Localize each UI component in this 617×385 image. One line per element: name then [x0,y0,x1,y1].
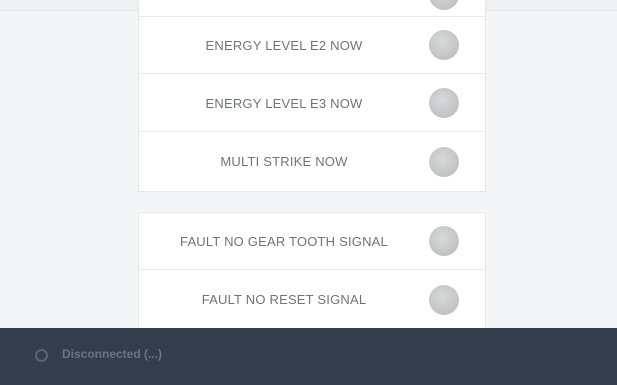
indicator-light-icon [429,88,459,118]
signal-row-fault-gear-tooth: FAULT NO GEAR TOOTH SIGNAL [139,213,485,270]
signal-panel-faults: FAULT NO GEAR TOOTH SIGNAL FAULT NO RESE… [138,212,486,329]
indicator-light-icon [429,30,459,60]
indicator-light-icon [429,226,459,256]
connection-status-text: Disconnected (...) [62,347,163,361]
signal-row-partial [139,0,485,17]
signal-label [149,0,419,16]
indicator-light-icon [429,0,459,10]
signal-row-multi-strike: MULTI STRIKE NOW [139,133,485,190]
signal-label: FAULT NO GEAR TOOTH SIGNAL [180,233,388,249]
signal-panel-top: ENERGY LEVEL E2 NOW ENERGY LEVEL E3 NOW … [138,0,486,192]
connection-status-icon [35,349,48,362]
signal-row-energy-e2: ENERGY LEVEL E2 NOW [139,17,485,74]
signal-label: ENERGY LEVEL E2 NOW [205,37,363,53]
signal-label: FAULT NO RESET SIGNAL [201,292,367,307]
signal-row-fault-reset: FAULT NO RESET SIGNAL [139,271,485,328]
indicator-light-icon [429,146,459,177]
signal-row-energy-e3: ENERGY LEVEL E3 NOW [139,75,485,132]
indicator-light-icon [429,284,459,315]
connection-status-bar: Disconnected (...) [0,328,617,385]
signal-label: MULTI STRIKE NOW [220,154,348,169]
signal-label: ENERGY LEVEL E3 NOW [205,95,363,111]
